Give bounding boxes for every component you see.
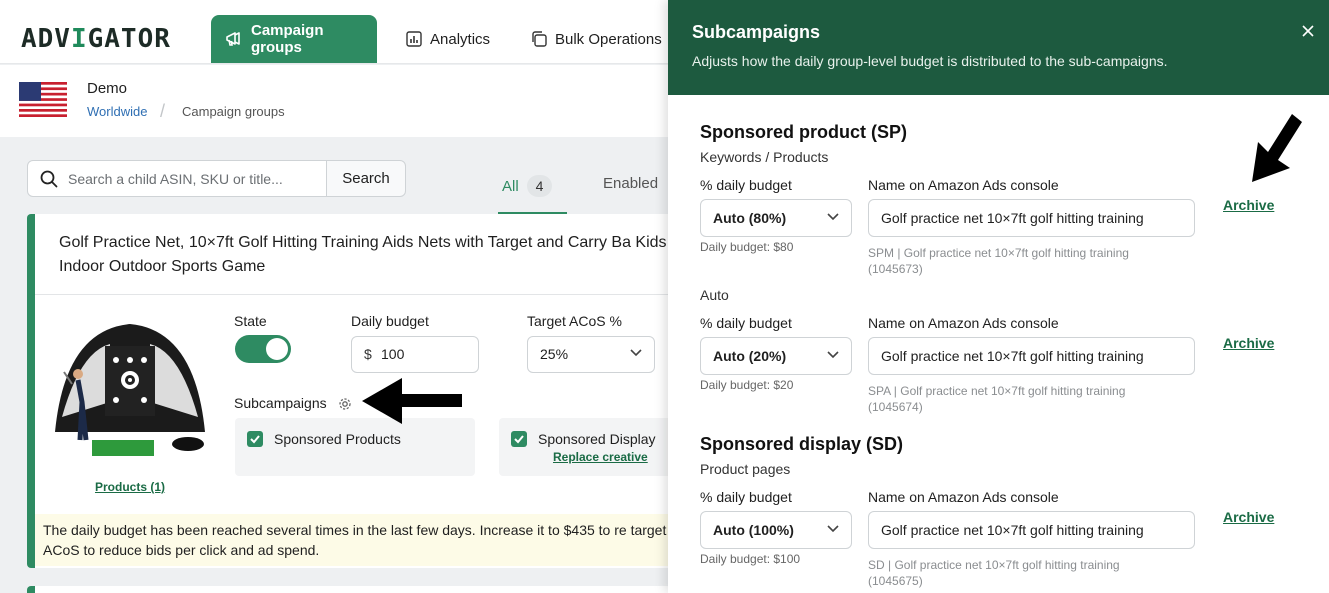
daily-budget-value: 100 xyxy=(381,346,405,362)
nav-campaign-groups[interactable]: Campaign groups xyxy=(211,15,377,63)
panel-subtitle: Adjusts how the daily group-level budget… xyxy=(692,53,1168,69)
percent-value: Auto (100%) xyxy=(713,522,794,538)
sponsored-display-checkbox[interactable] xyxy=(511,431,527,447)
card-divider xyxy=(35,294,675,295)
percent-label: % daily budget xyxy=(700,489,792,505)
budget-warning: The daily budget has been reached severa… xyxy=(35,514,675,566)
nav-bulk-operations[interactable]: Bulk Operations xyxy=(531,15,662,63)
close-icon[interactable] xyxy=(1301,24,1315,38)
subcampaigns-label: Subcampaigns xyxy=(234,395,327,411)
target-acos-value: 25% xyxy=(540,346,569,362)
campaign-name-input-spa[interactable]: Golf practice net 10×7ft golf hitting tr… xyxy=(868,337,1195,375)
percent-select-sd[interactable]: Auto (100%) xyxy=(700,511,852,549)
percent-label: % daily budget xyxy=(700,177,792,193)
nav-bulk-operations-label: Bulk Operations xyxy=(555,30,662,48)
percent-value: Auto (80%) xyxy=(713,210,787,226)
search-input[interactable] xyxy=(68,168,318,190)
group-subtitle-keywords: Keywords / Products xyxy=(700,149,829,165)
chevron-down-icon xyxy=(827,525,839,533)
subcampaign-sp-box xyxy=(235,418,475,476)
sponsored-display-label: Sponsored Display xyxy=(538,431,656,447)
breadcrumb-campaign-groups: Campaign groups xyxy=(182,104,285,119)
subcampaign-sd-box xyxy=(499,418,679,476)
state-label: State xyxy=(234,313,267,329)
search-icon xyxy=(40,170,58,188)
percent-label: % daily budget xyxy=(700,315,792,331)
products-link[interactable]: Products (1) xyxy=(95,480,165,494)
target-acos-select[interactable]: 25% xyxy=(527,336,655,373)
panel-title: Subcampaigns xyxy=(692,22,821,42)
account-header xyxy=(0,65,680,137)
percent-select-spa[interactable]: Auto (20%) xyxy=(700,337,852,375)
annotation-arrow-diagonal xyxy=(1252,114,1302,182)
account-name: Demo xyxy=(87,80,128,97)
daily-budget-hint: Daily budget: $100 xyxy=(700,552,801,566)
section-title-sd: Sponsored display (SD) xyxy=(700,434,904,454)
tab-all[interactable]: All 4 xyxy=(498,170,567,214)
archive-link-spa[interactable]: Archive xyxy=(1223,335,1274,351)
campaign-meta: SD | Golf practice net 10×7ft golf hitti… xyxy=(868,558,1120,588)
daily-budget-input[interactable]: $ 100 xyxy=(351,336,479,373)
percent-value: Auto (20%) xyxy=(713,348,787,364)
gear-icon[interactable] xyxy=(338,397,352,411)
section-title-sp: Sponsored product (SP) xyxy=(700,122,907,142)
megaphone-icon xyxy=(226,32,240,46)
tab-all-count: 4 xyxy=(526,175,553,197)
daily-budget-label: Daily budget xyxy=(351,313,429,329)
campaign-name-input-spm[interactable]: Golf practice net 10×7ft golf hitting tr… xyxy=(868,199,1195,237)
search-box xyxy=(27,160,327,197)
copy-icon xyxy=(532,31,547,47)
replace-creative-link[interactable]: Replace creative xyxy=(553,450,648,464)
daily-budget-hint: Daily budget: $80 xyxy=(700,240,794,254)
next-campaign-card xyxy=(27,586,687,593)
chevron-down-icon xyxy=(827,351,839,359)
archive-link-sd[interactable]: Archive xyxy=(1223,509,1274,525)
tab-all-label: All xyxy=(502,178,519,195)
name-label: Name on Amazon Ads console xyxy=(868,177,1059,193)
golf-net-product-image xyxy=(55,324,205,456)
name-label: Name on Amazon Ads console xyxy=(868,315,1059,331)
nav-analytics-label: Analytics xyxy=(430,30,491,48)
archive-link-spm[interactable]: Archive xyxy=(1223,197,1274,213)
target-acos-label: Target ACoS % xyxy=(527,313,622,329)
search-button[interactable]: Search xyxy=(326,160,406,197)
campaign-name-input-sd[interactable]: Golf practice net 10×7ft golf hitting tr… xyxy=(868,511,1195,549)
sponsored-products-checkbox[interactable] xyxy=(247,431,263,447)
group-subtitle-product-pages: Product pages xyxy=(700,461,791,477)
nav-campaign-groups-label: Campaign groups xyxy=(251,22,324,56)
percent-select-spm[interactable]: Auto (80%) xyxy=(700,199,852,237)
checkmark-icon xyxy=(514,435,524,444)
us-flag-icon xyxy=(19,82,67,117)
chevron-down-icon xyxy=(630,349,642,357)
tab-enabled[interactable]: Enabled xyxy=(603,175,658,192)
nav-analytics[interactable]: Analytics xyxy=(406,15,490,63)
currency-symbol: $ xyxy=(364,346,372,362)
daily-budget-hint: Daily budget: $20 xyxy=(700,378,794,392)
panel-header: Subcampaigns Adjusts how the daily group… xyxy=(668,0,1329,95)
state-toggle[interactable] xyxy=(235,335,291,363)
campaign-meta: SPA | Golf practice net 10×7ft golf hitt… xyxy=(868,384,1126,414)
campaign-meta: SPM | Golf practice net 10×7ft golf hitt… xyxy=(868,246,1129,276)
annotation-arrow-left xyxy=(362,378,462,424)
bar-chart-icon xyxy=(406,31,422,47)
group-subtitle-auto: Auto xyxy=(700,287,729,303)
breadcrumb-worldwide[interactable]: Worldwide xyxy=(87,104,147,119)
name-label: Name on Amazon Ads console xyxy=(868,489,1059,505)
breadcrumb-separator: / xyxy=(160,101,166,121)
checkmark-icon xyxy=(250,435,260,444)
advigator-logo[interactable]: ADVIGATOR xyxy=(21,21,171,57)
subcampaigns-panel: Subcampaigns Adjusts how the daily group… xyxy=(668,0,1329,593)
campaign-title: Golf Practice Net, 10×7ft Golf Hitting T… xyxy=(59,234,667,275)
chevron-down-icon xyxy=(827,213,839,221)
sponsored-products-label: Sponsored Products xyxy=(274,431,401,447)
